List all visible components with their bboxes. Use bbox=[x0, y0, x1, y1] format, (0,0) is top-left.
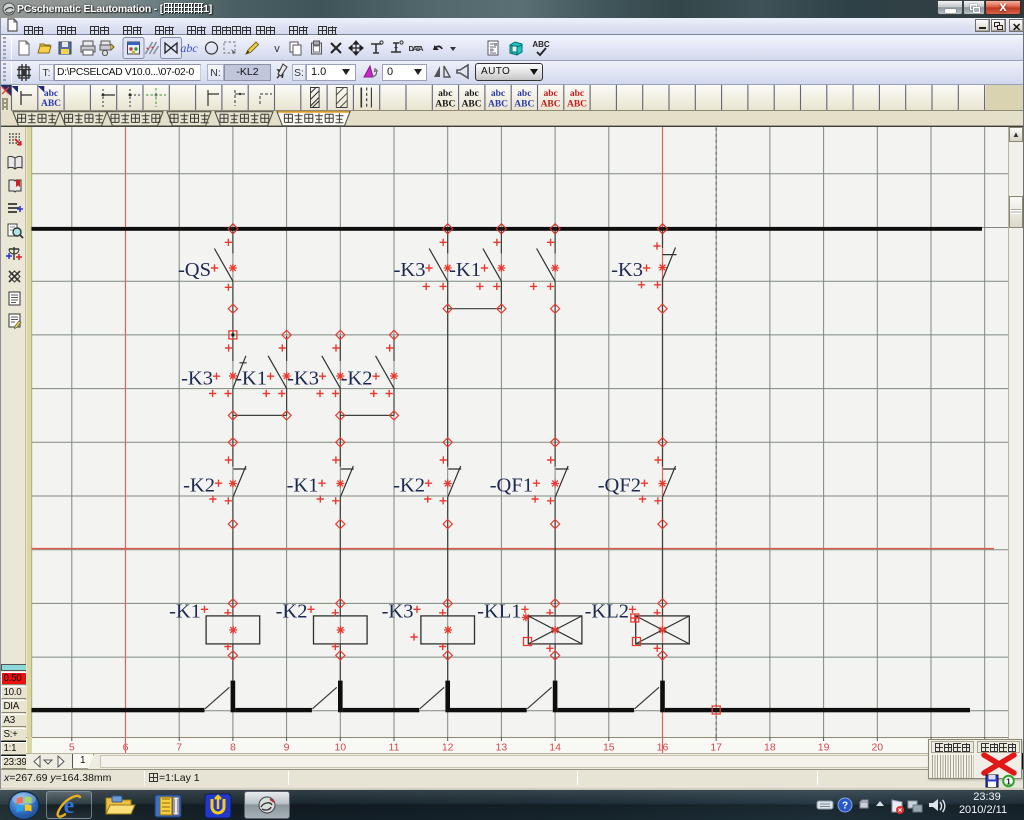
svg-text:8: 8 bbox=[230, 742, 236, 754]
svg-text:20: 20 bbox=[871, 742, 883, 754]
svg-text:abc: abc bbox=[180, 41, 198, 55]
svg-text:-KL1: -KL1 bbox=[477, 601, 521, 623]
svg-text:ABC: ABC bbox=[514, 100, 534, 110]
svg-text:-K1: -K1 bbox=[287, 474, 319, 496]
svg-text:abc: abc bbox=[491, 89, 505, 99]
svg-text:-K2: -K2 bbox=[393, 474, 425, 496]
svg-text:DATA: DATA bbox=[409, 44, 425, 53]
svg-text:-K1: -K1 bbox=[449, 259, 481, 281]
svg-text:ABC: ABC bbox=[567, 100, 587, 110]
svg-text:13: 13 bbox=[496, 742, 508, 754]
svg-text:abc: abc bbox=[464, 89, 478, 99]
svg-text:1: 1 bbox=[1006, 777, 1011, 787]
svg-text:abc: abc bbox=[44, 89, 58, 99]
svg-text:-K3: -K3 bbox=[181, 367, 213, 389]
svg-text:12: 12 bbox=[442, 742, 454, 754]
svg-text:-QF2: -QF2 bbox=[598, 474, 641, 496]
svg-text:ABC: ABC bbox=[435, 100, 455, 110]
svg-text:-QF1: -QF1 bbox=[490, 474, 533, 496]
svg-text:10: 10 bbox=[334, 742, 346, 754]
svg-text:-K3: -K3 bbox=[382, 601, 414, 623]
svg-text:19: 19 bbox=[818, 742, 830, 754]
svg-text:-K2: -K2 bbox=[276, 601, 308, 623]
svg-text:7: 7 bbox=[176, 742, 182, 754]
svg-text:abc: abc bbox=[517, 89, 531, 99]
svg-text:5: 5 bbox=[69, 742, 75, 754]
svg-text:ABC: ABC bbox=[488, 100, 508, 110]
svg-text:11: 11 bbox=[389, 742, 400, 754]
svg-text:-K3: -K3 bbox=[611, 259, 643, 281]
svg-text:v: v bbox=[274, 43, 280, 55]
svg-text:17: 17 bbox=[710, 742, 722, 754]
svg-text:14: 14 bbox=[549, 742, 561, 754]
svg-text:?: ? bbox=[842, 801, 848, 812]
svg-text:ABC: ABC bbox=[541, 100, 561, 110]
svg-text:-KL2: -KL2 bbox=[585, 601, 629, 623]
svg-text:-K1: -K1 bbox=[235, 367, 267, 389]
svg-text:abc: abc bbox=[570, 89, 584, 99]
svg-text:18: 18 bbox=[764, 742, 776, 754]
svg-text:-QS: -QS bbox=[178, 259, 211, 281]
svg-text:ABC: ABC bbox=[532, 40, 550, 49]
svg-text:9: 9 bbox=[284, 742, 290, 754]
svg-text:-K2: -K2 bbox=[183, 474, 215, 496]
svg-text:ABC: ABC bbox=[462, 100, 482, 110]
svg-text:ABC: ABC bbox=[41, 99, 61, 109]
svg-text:abc: abc bbox=[438, 89, 452, 99]
svg-text:-K3: -K3 bbox=[394, 259, 426, 281]
svg-text:15: 15 bbox=[603, 742, 615, 754]
svg-text:-K2: -K2 bbox=[341, 367, 373, 389]
svg-text:abc: abc bbox=[543, 89, 557, 99]
svg-text:-K1: -K1 bbox=[169, 601, 201, 623]
svg-text:-K3: -K3 bbox=[287, 367, 319, 389]
